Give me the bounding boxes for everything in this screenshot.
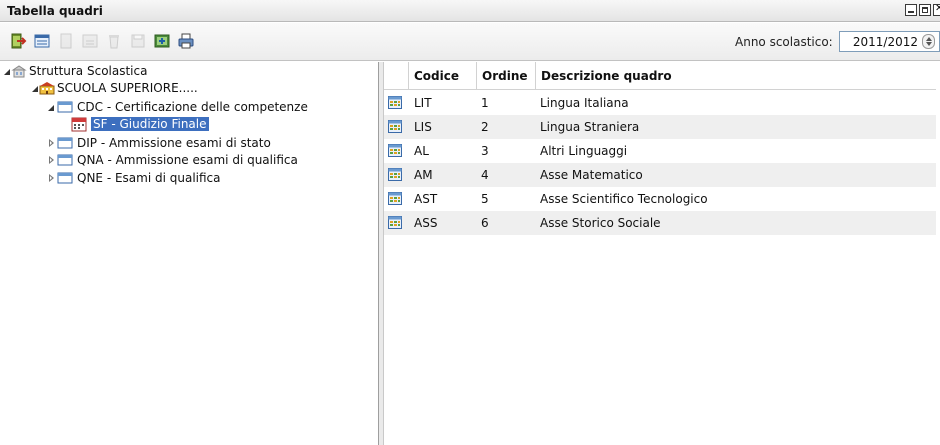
table-icon xyxy=(57,99,73,115)
codice-cell: ASS xyxy=(414,216,438,230)
tree-cdc-label: CDC - Certificazione delle competenze xyxy=(77,100,308,114)
list-icon xyxy=(34,34,50,48)
exit-icon xyxy=(11,33,27,49)
tree-sf-label: SF - Giudizio Finale xyxy=(91,117,209,131)
table-row[interactable]: AST 5 Asse Scientifico Tecnologico xyxy=(384,187,936,211)
descrizione-cell: Lingua Straniera xyxy=(540,120,640,134)
ordine-cell: 4 xyxy=(481,168,489,182)
list-button[interactable] xyxy=(33,32,51,50)
codice-cell: LIT xyxy=(414,96,432,110)
table-icon xyxy=(57,152,73,168)
descrizione-cell: Asse Storico Sociale xyxy=(540,216,661,230)
collapsed-arrow-icon[interactable] xyxy=(47,155,55,165)
close-icon[interactable] xyxy=(933,4,940,16)
print-icon xyxy=(178,33,194,49)
import-icon xyxy=(154,34,170,48)
new-icon xyxy=(60,33,72,49)
grid-header: Codice Ordine Descrizione quadro xyxy=(384,62,936,90)
save-icon xyxy=(131,34,145,48)
table-row-icon xyxy=(388,96,402,109)
school-year-input[interactable] xyxy=(840,32,920,51)
minimize-icon[interactable] xyxy=(905,4,917,16)
codice-cell: AM xyxy=(414,168,433,182)
column-header-codice[interactable]: Codice xyxy=(408,62,476,90)
exit-button[interactable] xyxy=(9,32,27,50)
row-icon-header xyxy=(384,62,408,90)
tree-qna-label: QNA - Ammissione esami di qualifica xyxy=(77,153,298,167)
ordine-cell: 1 xyxy=(481,96,489,110)
edit-button[interactable] xyxy=(81,32,99,50)
quadri-grid: Codice Ordine Descrizione quadro LIT 1 Lin… xyxy=(384,62,940,445)
table-row-icon xyxy=(388,168,402,181)
save-button[interactable] xyxy=(129,32,147,50)
import-button[interactable] xyxy=(153,32,171,50)
window-title: Tabella quadri xyxy=(7,4,103,18)
print-button[interactable] xyxy=(177,32,195,50)
column-header-descrizione[interactable]: Descrizione quadro xyxy=(535,62,936,90)
table-row[interactable]: AL 3 Altri Linguaggi xyxy=(384,139,936,163)
edit-icon xyxy=(82,34,98,48)
descrizione-cell: Altri Linguaggi xyxy=(540,144,628,158)
expanded-arrow-icon[interactable] xyxy=(47,102,55,112)
expanded-arrow-icon[interactable] xyxy=(3,66,11,76)
tree-root-label: Struttura Scolastica xyxy=(29,64,148,78)
codice-cell: AL xyxy=(414,144,429,158)
tree-qne-label: QNE - Esami di qualifica xyxy=(77,171,221,185)
table-row-icon xyxy=(388,144,402,157)
school-icon xyxy=(39,80,55,96)
expanded-arrow-icon[interactable] xyxy=(31,83,39,93)
tree-school-label: SCUOLA SUPERIORE..... xyxy=(57,81,198,95)
table-row-icon xyxy=(388,192,402,205)
window-titlebar: Tabella quadri xyxy=(0,0,940,22)
table-row[interactable]: LIS 2 Lingua Straniera xyxy=(384,115,936,139)
table-row[interactable]: AM 4 Asse Matematico xyxy=(384,163,936,187)
school-building-icon xyxy=(11,63,27,79)
collapsed-arrow-icon[interactable] xyxy=(47,138,55,148)
column-header-ordine[interactable]: Ordine xyxy=(476,62,535,90)
delete-button[interactable] xyxy=(105,32,123,50)
ordine-cell: 2 xyxy=(481,120,489,134)
descrizione-cell: Asse Matematico xyxy=(540,168,643,182)
ordine-cell: 6 xyxy=(481,216,489,230)
school-year-spinner[interactable] xyxy=(839,31,940,52)
table-row-icon xyxy=(388,120,402,133)
ordine-cell: 3 xyxy=(481,144,489,158)
school-year-label: Anno scolastico: xyxy=(735,35,833,49)
collapsed-arrow-icon[interactable] xyxy=(47,173,55,183)
structure-tree: Struttura Scolastica SCUOLA SUPERIORE...… xyxy=(0,62,378,445)
table-row[interactable]: ASS 6 Asse Storico Sociale xyxy=(384,211,936,235)
descrizione-cell: Asse Scientifico Tecnologico xyxy=(540,192,708,206)
table-row-icon xyxy=(388,216,402,229)
table-icon xyxy=(57,170,73,186)
window-controls xyxy=(905,4,940,16)
delete-icon xyxy=(109,35,119,49)
spinner-arrows-icon[interactable] xyxy=(922,34,935,49)
ordine-cell: 5 xyxy=(481,192,489,206)
toolbar: Anno scolastico: xyxy=(0,23,940,61)
new-button[interactable] xyxy=(57,32,75,50)
calendar-icon xyxy=(71,116,87,132)
table-icon xyxy=(57,135,73,151)
maximize-icon[interactable] xyxy=(919,4,931,16)
tree-dip-label: DIP - Ammissione esami di stato xyxy=(77,136,271,150)
codice-cell: LIS xyxy=(414,120,432,134)
table-row[interactable]: LIT 1 Lingua Italiana xyxy=(384,91,936,115)
codice-cell: AST xyxy=(414,192,438,206)
descrizione-cell: Lingua Italiana xyxy=(540,96,629,110)
